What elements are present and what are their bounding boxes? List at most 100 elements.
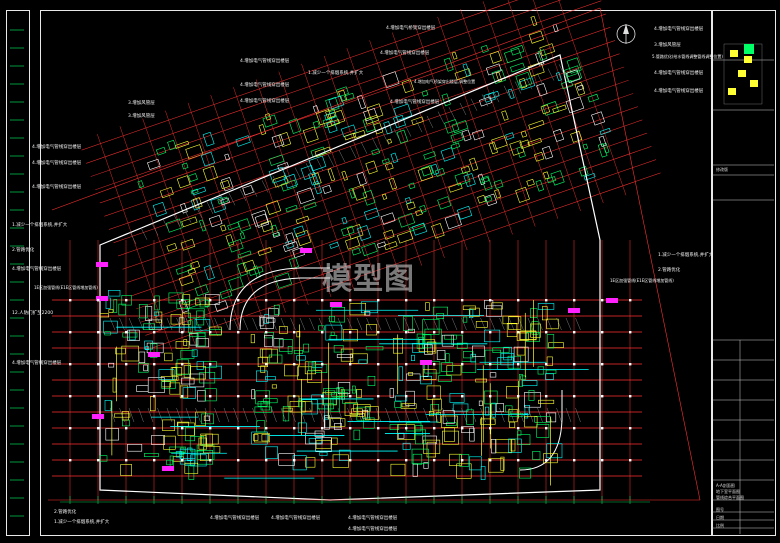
key-map-block	[750, 80, 758, 87]
equipment-room	[445, 353, 450, 363]
structural-column	[209, 331, 212, 334]
structural-column	[377, 427, 380, 430]
structural-column	[629, 459, 632, 462]
equipment-room	[293, 350, 303, 354]
equipment-room	[438, 375, 452, 382]
structural-column	[573, 331, 576, 334]
structural-column	[181, 363, 184, 366]
equipment-room	[528, 30, 545, 44]
equipment-room	[546, 412, 557, 423]
equipment-room	[541, 306, 548, 321]
annotation-note: 4.增加电气管线穿出楼层	[348, 516, 398, 521]
equipment-room	[293, 225, 306, 238]
equipment-room	[284, 364, 299, 377]
equipment-room	[532, 451, 541, 460]
equipment-room	[487, 90, 500, 100]
equipment-room	[144, 453, 159, 457]
structural-column	[517, 459, 520, 462]
equipment-room	[381, 193, 388, 200]
parking-hatch	[299, 407, 306, 423]
equipment-room	[185, 144, 204, 160]
annotation-note: 4.增加电气管线穿出楼层	[654, 27, 704, 32]
equipment-room	[204, 388, 217, 402]
structural-column	[601, 395, 604, 398]
structural-column	[237, 459, 240, 462]
annotation-note: 4.增加电气管线穿出楼层	[271, 516, 321, 521]
watermark: 模型图	[322, 262, 415, 297]
structural-column	[265, 427, 268, 430]
equipment-room	[159, 186, 174, 199]
equipment-room	[497, 357, 514, 370]
equipment-room	[408, 182, 416, 190]
equipment-room	[353, 404, 371, 412]
equipment-room	[450, 142, 461, 150]
structural-column	[517, 395, 520, 398]
equipment-room	[434, 167, 446, 177]
equipment-room	[199, 299, 209, 308]
equipment-room	[301, 401, 313, 412]
equipment-room	[574, 82, 586, 96]
structural-column	[125, 395, 128, 398]
axis-line	[460, 9, 536, 227]
structural-column	[181, 299, 184, 302]
equipment-room	[480, 418, 496, 425]
parking-hatch	[366, 317, 372, 331]
change-highlight	[330, 302, 342, 307]
annotation-note: 4.增加电气管线穿出楼层	[240, 59, 290, 64]
equipment-room	[202, 131, 215, 147]
annotation-note: 1.减少一个排烟系统,并扩大	[308, 71, 364, 76]
equipment-room	[353, 429, 361, 441]
structural-column	[237, 299, 240, 302]
equipment-room	[237, 218, 251, 232]
equipment-room	[251, 389, 255, 400]
structural-column	[629, 331, 632, 334]
structural-column	[153, 363, 156, 366]
structural-column	[321, 363, 324, 366]
parking-hatch	[556, 407, 562, 423]
equipment-room	[188, 173, 198, 182]
parking-hatch	[138, 407, 144, 423]
structural-column	[209, 459, 212, 462]
title-block-row: 管线综合平面图	[716, 495, 744, 500]
equipment-room	[292, 455, 307, 471]
axis-line	[117, 79, 629, 257]
structural-column	[69, 299, 72, 302]
equipment-room	[188, 465, 195, 480]
annotation-note: 3.增加风管层	[128, 101, 155, 106]
equipment-room	[521, 380, 538, 386]
equipment-room	[296, 355, 306, 361]
equipment-room	[516, 346, 526, 356]
parking-hatch	[185, 407, 192, 423]
equipment-room	[491, 402, 496, 418]
equipment-room	[484, 406, 490, 416]
structural-column	[237, 363, 240, 366]
equipment-room	[127, 444, 143, 452]
equipment-room	[202, 165, 218, 182]
parking-hatch	[437, 111, 445, 124]
annotation-note: 1.减少一个排烟系统,并扩大	[658, 253, 714, 258]
equipment-room	[397, 432, 405, 439]
parking-hatch	[404, 317, 410, 331]
structural-column	[517, 363, 520, 366]
equipment-room	[383, 229, 395, 240]
parking-hatch	[565, 317, 572, 331]
annotation-note: 1E区加强管线(E1E区管线增加管线)	[610, 278, 674, 283]
equipment-room	[177, 422, 195, 436]
equipment-room	[331, 306, 345, 323]
parking-hatch	[565, 407, 572, 423]
structural-column	[517, 299, 520, 302]
equipment-room	[228, 276, 244, 291]
axis-line	[255, 79, 332, 297]
annotation-note: 4.增加电气管线穿出楼层	[390, 100, 440, 105]
key-map-block	[744, 56, 752, 63]
equipment-room	[436, 412, 442, 423]
equipment-room	[565, 96, 585, 114]
structural-column	[573, 427, 576, 430]
structural-column	[293, 299, 296, 302]
parking-hatch	[394, 407, 401, 423]
equipment-room	[196, 361, 204, 370]
equipment-room	[539, 43, 556, 57]
parking-hatch	[223, 407, 230, 423]
equipment-room	[440, 147, 456, 162]
parking-hatch	[382, 132, 390, 146]
